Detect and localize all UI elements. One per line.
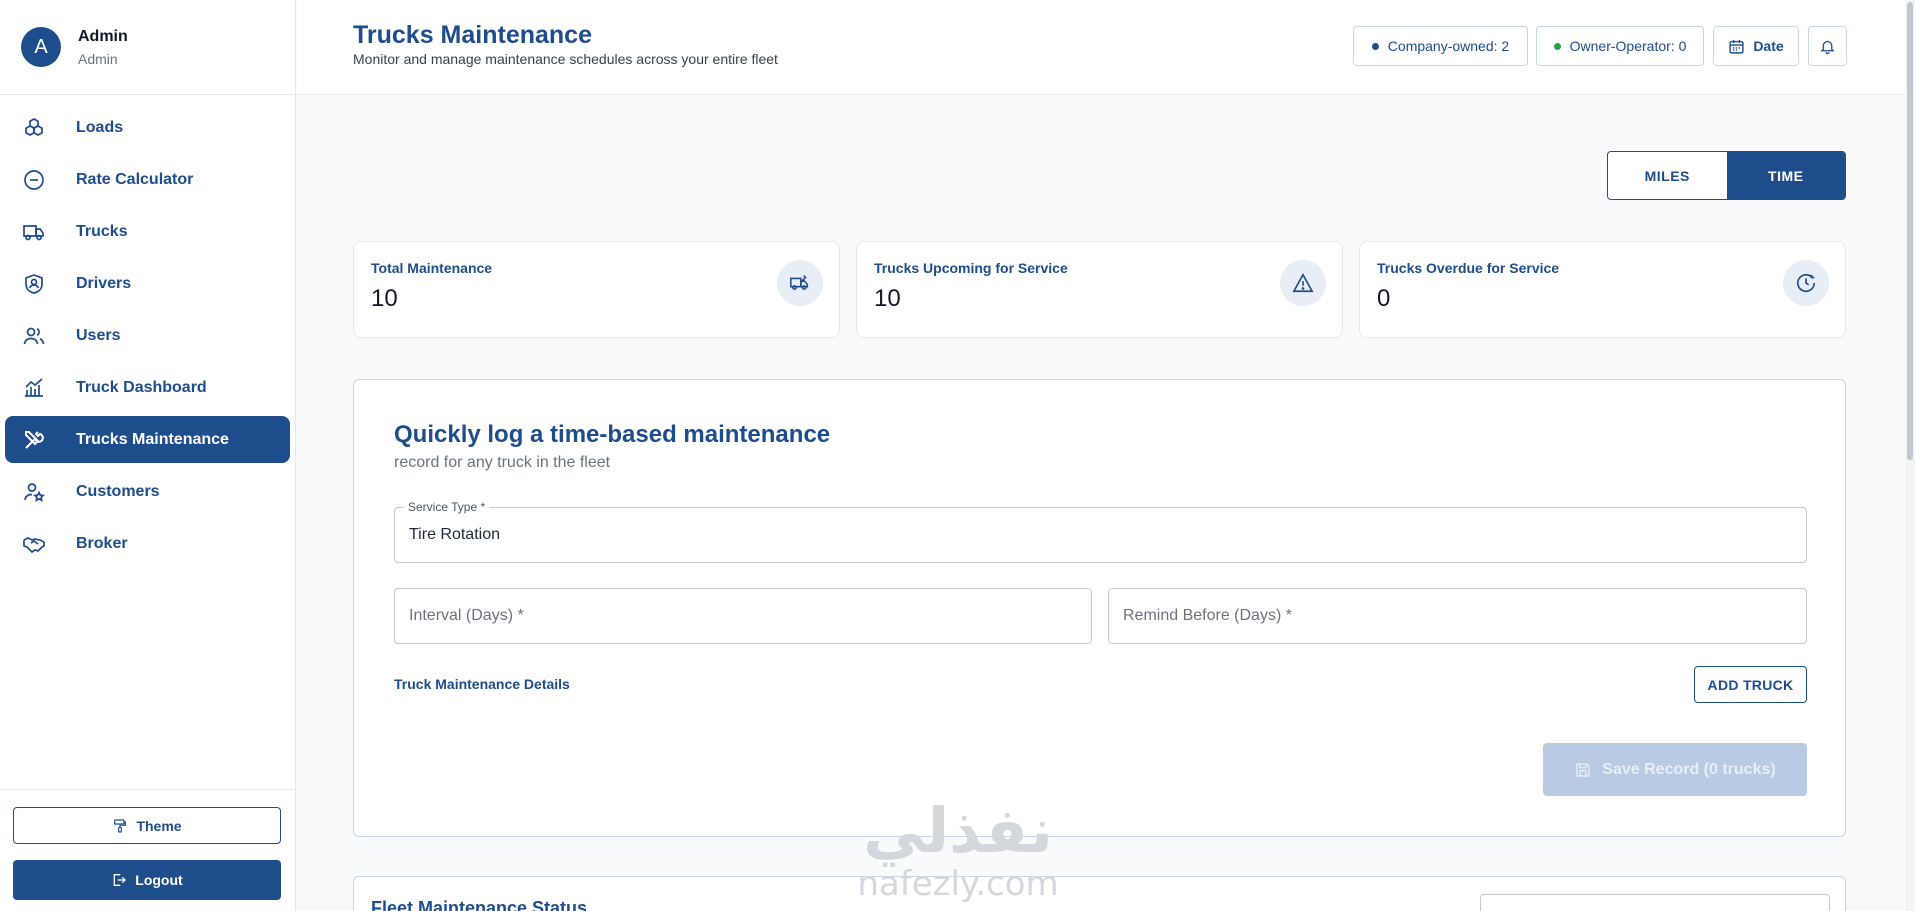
fleet-title: Fleet Maintenance Status xyxy=(371,898,588,911)
stat-card-overdue-service: Trucks Overdue for Service 0 xyxy=(1359,241,1846,338)
logout-button[interactable]: Logout xyxy=(13,860,281,900)
fleet-filter-field[interactable] xyxy=(1480,894,1830,911)
logout-icon xyxy=(113,874,127,886)
page-subtitle: Monitor and manage maintenance schedules… xyxy=(353,51,778,67)
company-owned-chip[interactable]: Company-owned: 2 xyxy=(1353,26,1528,66)
cubes-icon xyxy=(21,115,47,141)
stat-card-upcoming-service: Trucks Upcoming for Service 10 xyxy=(856,241,1343,338)
page-header: Trucks Maintenance Monitor and manage ma… xyxy=(297,0,1915,95)
sidebar-item-rate-calculator[interactable]: Rate Calculator xyxy=(5,156,290,203)
owner-operator-label: Owner-Operator: 0 xyxy=(1569,38,1687,54)
stat-card-total-maintenance: Total Maintenance 10 xyxy=(353,241,840,338)
users-icon xyxy=(21,323,47,349)
truck-wrench-icon xyxy=(777,260,823,306)
toggle-miles[interactable]: MILES xyxy=(1608,152,1727,199)
truck-icon xyxy=(21,219,47,245)
service-type-value: Tire Rotation xyxy=(409,526,500,543)
sidebar-item-trucks-maintenance[interactable]: Trucks Maintenance xyxy=(5,416,290,463)
add-truck-button[interactable]: ADD TRUCK xyxy=(1694,666,1807,703)
interval-days-input[interactable] xyxy=(395,589,1091,643)
toggle-time[interactable]: TIME xyxy=(1726,152,1845,199)
theme-button[interactable]: Theme xyxy=(13,807,281,844)
date-label: Date xyxy=(1753,38,1784,54)
sidebar-item-drivers[interactable]: Drivers xyxy=(5,260,290,307)
status-dot xyxy=(1371,42,1379,50)
user-star-icon xyxy=(21,479,47,505)
tools-icon xyxy=(21,427,47,453)
theme-label: Theme xyxy=(136,817,182,834)
truck-maintenance-details-link[interactable]: Truck Maintenance Details xyxy=(394,676,570,692)
avatar[interactable]: A xyxy=(21,27,61,67)
owner-operator-chip[interactable]: Owner-Operator: 0 xyxy=(1536,26,1704,66)
fleet-maintenance-status: Fleet Maintenance Status xyxy=(353,876,1846,911)
page-scrollbar[interactable] xyxy=(1905,0,1915,911)
sidebar-footer: Theme Logout xyxy=(0,789,296,911)
sidebar-item-truck-dashboard[interactable]: Truck Dashboard xyxy=(5,364,290,411)
warning-icon xyxy=(1280,260,1326,306)
sidebar-item-loads[interactable]: Loads xyxy=(5,104,290,151)
company-owned-label: Company-owned: 2 xyxy=(1387,38,1510,54)
scrollbar-thumb[interactable] xyxy=(1907,2,1913,460)
save-record-label: Save Record (0 trucks) xyxy=(1602,760,1776,778)
user-name: Admin xyxy=(78,27,128,45)
service-type-label: Service Type * xyxy=(404,500,490,514)
stat-value: 0 xyxy=(1377,285,1391,312)
stat-value: 10 xyxy=(371,285,398,312)
remind-before-field[interactable] xyxy=(1108,588,1807,644)
stat-label: Total Maintenance xyxy=(371,260,493,276)
maintenance-log-form: Quickly log a time-based maintenance rec… xyxy=(353,379,1846,837)
sidebar-item-broker[interactable]: Broker xyxy=(5,520,290,567)
user-info: Admin Admin xyxy=(78,28,128,67)
date-button[interactable]: Date xyxy=(1713,26,1799,66)
sidebar-item-trucks[interactable]: Trucks xyxy=(5,208,290,255)
calendar-icon xyxy=(1729,39,1744,54)
sidebar-item-label: Broker xyxy=(76,534,128,552)
bell-icon xyxy=(1820,40,1835,54)
form-title: Quickly log a time-based maintenance xyxy=(394,421,831,448)
stat-label: Trucks Overdue for Service xyxy=(1377,260,1560,276)
page-title: Trucks Maintenance xyxy=(353,21,592,49)
sidebar-nav: Loads Rate Calculator Trucks Drivers Use… xyxy=(0,95,295,567)
user-profile[interactable]: A Admin Admin xyxy=(0,0,295,95)
interval-days-field[interactable] xyxy=(394,588,1092,644)
sidebar-item-label: Trucks Maintenance xyxy=(76,430,229,448)
sidebar: A Admin Admin Loads Rate Calculator Truc… xyxy=(0,0,296,911)
stat-label: Trucks Upcoming for Service xyxy=(874,260,1068,276)
save-record-button[interactable]: Save Record (0 trucks) xyxy=(1543,743,1807,796)
sidebar-item-label: Truck Dashboard xyxy=(76,378,207,396)
logout-label: Logout xyxy=(135,872,183,888)
sidebar-item-label: Loads xyxy=(76,118,124,136)
service-type-select[interactable]: Service Type * Tire Rotation xyxy=(394,500,1807,563)
status-dot xyxy=(1553,42,1561,50)
minus-circle-icon xyxy=(21,167,47,193)
sidebar-item-label: Customers xyxy=(76,482,160,500)
sidebar-item-label: Drivers xyxy=(76,274,132,292)
sidebar-item-label: Users xyxy=(76,326,121,344)
paint-roller-icon xyxy=(114,818,127,833)
sidebar-item-users[interactable]: Users xyxy=(5,312,290,359)
save-icon xyxy=(1576,762,1590,777)
miles-time-toggle: MILES TIME xyxy=(1607,151,1846,200)
shield-user-icon xyxy=(21,271,47,297)
handshake-icon xyxy=(21,531,47,557)
notifications-button[interactable] xyxy=(1808,26,1847,66)
user-role: Admin xyxy=(78,50,118,67)
chart-icon xyxy=(21,375,47,401)
sidebar-item-label: Rate Calculator xyxy=(76,170,194,188)
sidebar-item-label: Trucks xyxy=(76,222,128,240)
stat-value: 10 xyxy=(874,285,901,312)
sidebar-item-customers[interactable]: Customers xyxy=(5,468,290,515)
clock-icon xyxy=(1783,260,1829,306)
form-subtitle: record for any truck in the fleet xyxy=(394,454,611,471)
remind-before-input[interactable] xyxy=(1109,589,1806,643)
